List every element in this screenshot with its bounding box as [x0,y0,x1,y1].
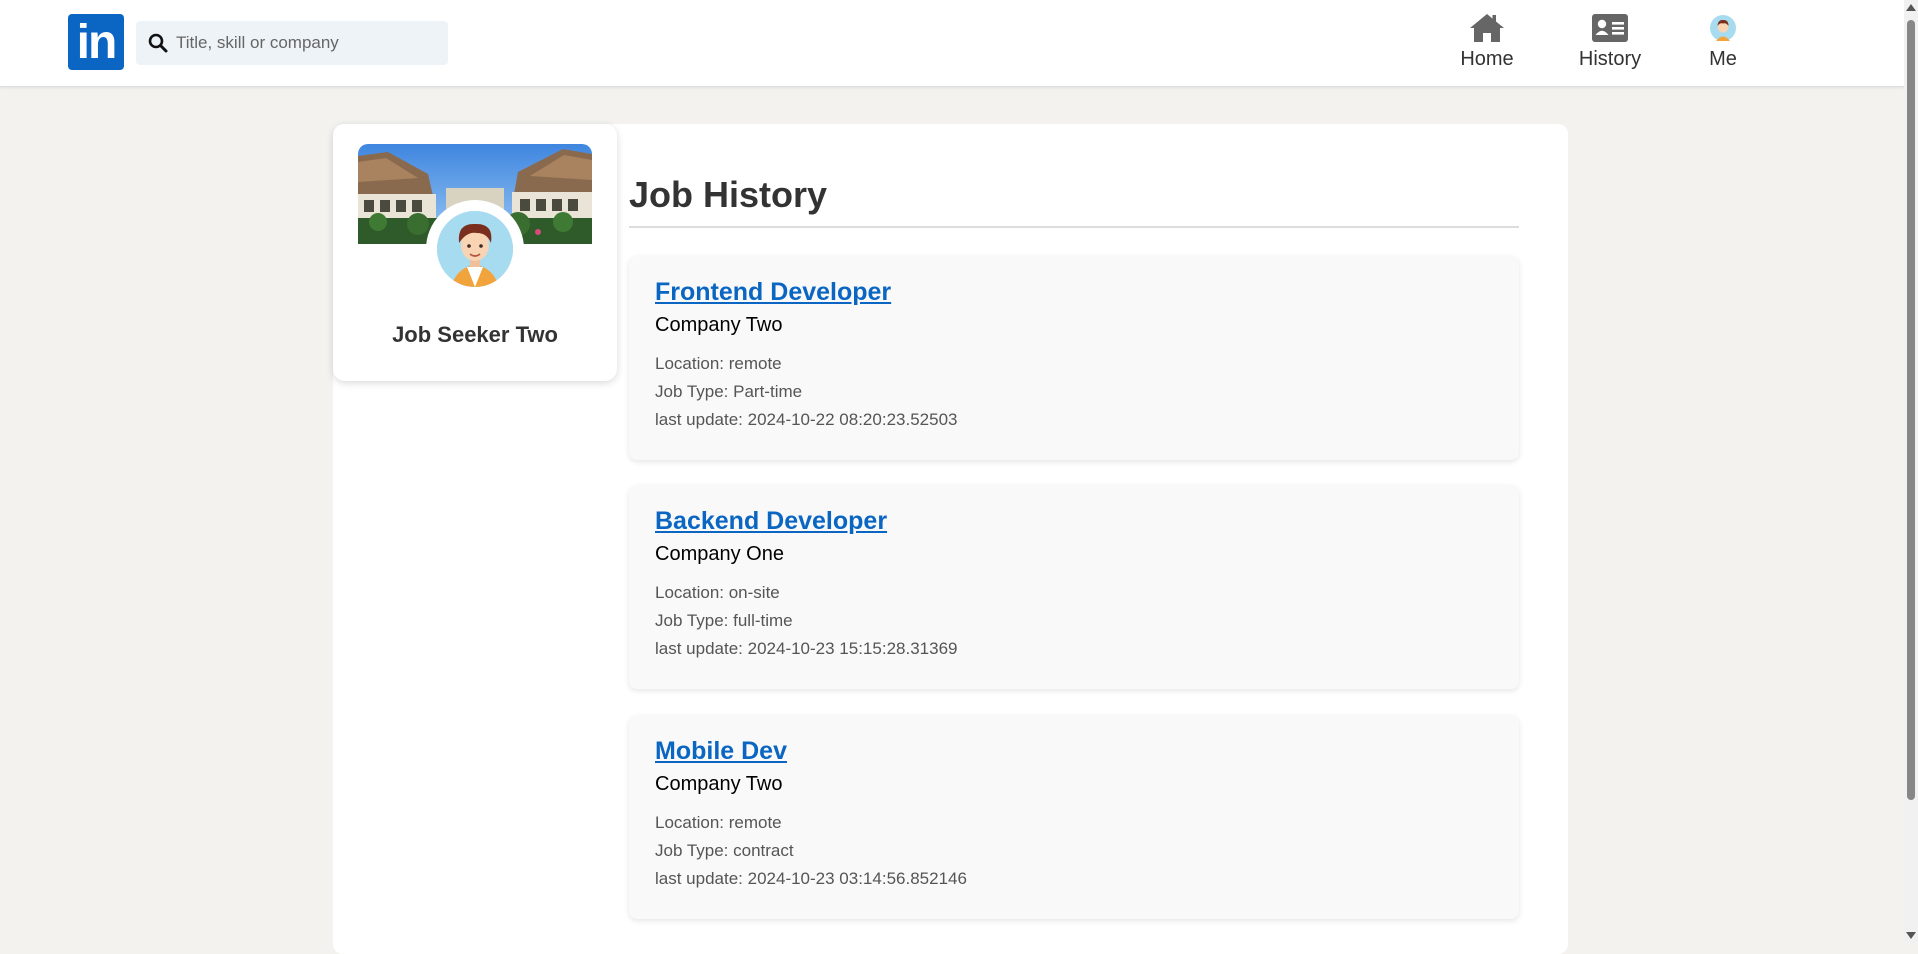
job-location: Location: remote [655,354,782,373]
job-card: Frontend Developer Company Two Location:… [629,256,1519,460]
logo-text: in [76,15,118,69]
job-location: Location: remote [655,813,782,832]
search-icon [148,33,168,53]
job-card: Mobile Dev Company Two Location: remote … [629,715,1519,919]
job-type: Job Type: Part-time [655,382,803,401]
page-title: Job History [629,174,828,215]
nav-home-label: Home [1460,48,1514,70]
job-title-link[interactable]: Frontend Developer [655,278,891,307]
id-card-icon [1592,14,1628,42]
job-type: Job Type: contract [655,841,794,860]
job-company: Company Two [655,773,783,795]
scroll-thumb[interactable] [1907,20,1915,800]
job-company: Company Two [655,314,783,336]
job-title-link[interactable]: Backend Developer [655,507,887,536]
job-type: Job Type: full-time [655,611,793,630]
profile-avatar-ring [426,200,524,298]
nav-me-label: Me [1709,48,1737,70]
nav-me[interactable]: Me [1700,12,1746,76]
title-divider [629,226,1519,228]
job-last-update: last update: 2024-10-23 03:14:56.852146 [655,869,967,888]
home-icon [1470,14,1504,42]
search-box[interactable] [136,21,448,65]
search-input[interactable] [176,23,426,63]
job-location: Location: on-site [655,583,780,602]
vertical-scrollbar[interactable] [1904,0,1918,943]
nav-history[interactable]: History [1572,12,1648,76]
linkedin-logo[interactable]: in [68,14,124,70]
job-card: Backend Developer Company One Location: … [629,485,1519,689]
top-navigation-bar: in Home History [0,0,1904,87]
avatar-icon [1710,15,1736,41]
profile-card: Job Seeker Two [333,124,617,381]
job-last-update: last update: 2024-10-22 08:20:23.52503 [655,410,958,429]
scroll-up-arrow-icon[interactable] [1906,4,1916,11]
profile-name: Job Seeker Two [392,322,558,347]
nav-home[interactable]: Home [1452,12,1522,76]
profile-avatar[interactable] [437,211,513,287]
job-last-update: last update: 2024-10-23 15:15:28.31369 [655,639,958,658]
nav-history-label: History [1578,48,1642,70]
job-title-link[interactable]: Mobile Dev [655,737,787,766]
job-company: Company One [655,543,784,565]
scroll-down-arrow-icon[interactable] [1906,932,1916,939]
